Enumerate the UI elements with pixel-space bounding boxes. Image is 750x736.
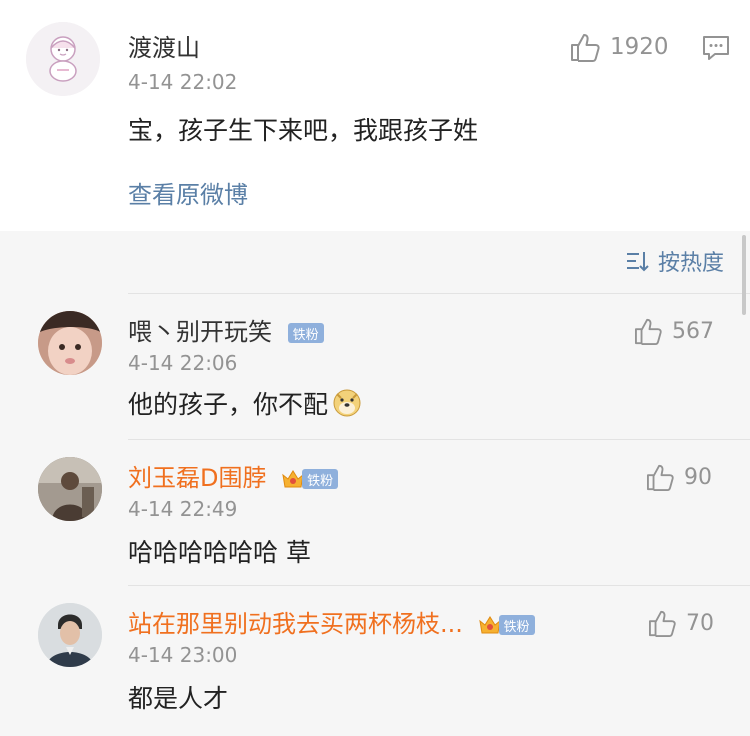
sort-label: 按热度 xyxy=(657,251,724,276)
thumbs-up-icon xyxy=(647,464,674,491)
comment-username-text[interactable]: 刘玉磊D围脖 xyxy=(128,464,266,492)
iron-fan-badge: 铁粉 xyxy=(498,615,535,635)
comment-content: 哈哈哈哈哈哈 草 xyxy=(128,538,311,567)
comment-time: 4-14 22:06 xyxy=(128,351,238,375)
post-like-count: 1920 xyxy=(610,34,669,60)
cartoon-baby-avatar-icon xyxy=(26,22,100,96)
comment-content: 他的孩子，你不配 xyxy=(128,385,362,421)
comment-avatar[interactable] xyxy=(38,311,102,375)
comment-username-text[interactable]: 站在那里别动我去买两杯杨枝... xyxy=(128,610,463,638)
thumbs-up-icon xyxy=(571,34,600,62)
comment-username[interactable]: 喂丶别开玩笑 铁粉 xyxy=(128,312,324,347)
comment-item: 刘玉磊D围脖 铁粉 4-14 22:49 哈哈哈哈哈哈 草 90 xyxy=(0,439,750,585)
thumbs-up-icon xyxy=(649,610,676,637)
child-face-avatar-icon xyxy=(38,311,102,375)
iron-fan-badge: 铁粉 xyxy=(287,323,324,343)
comment-like-button[interactable]: 90 xyxy=(646,463,712,491)
comment-avatar[interactable] xyxy=(38,603,102,667)
doge-emoji-icon xyxy=(333,389,361,417)
post-username[interactable]: 渡渡山 xyxy=(128,28,200,63)
comment-icon-button[interactable] xyxy=(702,34,730,66)
comment-like-button[interactable]: 567 xyxy=(634,317,714,345)
post-avatar[interactable] xyxy=(26,22,100,96)
comment-avatar[interactable] xyxy=(38,457,102,521)
person-photo-avatar-icon xyxy=(38,457,102,521)
comment-content: 都是人才 xyxy=(128,684,229,713)
sort-icon xyxy=(626,252,649,272)
comment-time: 4-14 22:49 xyxy=(128,497,238,521)
comment-username-text[interactable]: 喂丶别开玩笑 xyxy=(128,318,272,346)
view-original-link[interactable]: 查看原微博 xyxy=(128,175,248,210)
thumbs-up-icon xyxy=(635,318,662,345)
comment-username[interactable]: 刘玉磊D围脖 铁粉 xyxy=(128,458,339,493)
comment-username[interactable]: 站在那里别动我去买两杯杨枝... 铁粉 xyxy=(128,604,535,639)
main-post: 渡渡山 4-14 22:02 宝，孩子生下来吧，我跟孩子姓 查看原微博 1920 xyxy=(0,0,750,231)
post-content: 宝，孩子生下来吧，我跟孩子姓 xyxy=(128,116,479,145)
comment-item: 喂丶别开玩笑 铁粉 4-14 22:06 他的孩子，你不配 567 xyxy=(0,293,750,439)
comment-icon xyxy=(703,36,729,60)
vip-badge-group: 铁粉 xyxy=(471,612,535,638)
iron-fan-badge: 铁粉 xyxy=(302,469,339,489)
comment-like-count: 567 xyxy=(672,318,714,344)
post-like-button[interactable]: 1920 xyxy=(570,32,669,62)
comment-like-count: 90 xyxy=(684,464,712,490)
comment-content-text: 他的孩子，你不配 xyxy=(128,390,329,419)
vip-badge-group: 铁粉 xyxy=(274,466,339,492)
comment-like-count: 70 xyxy=(686,610,714,636)
comment-item: 站在那里别动我去买两杯杨枝... 铁粉 4-14 23:00 都是人才 70 xyxy=(0,585,750,736)
scrollbar[interactable] xyxy=(742,235,746,315)
comment-time: 4-14 23:00 xyxy=(128,643,238,667)
post-time: 4-14 22:02 xyxy=(128,70,238,94)
comment-like-button[interactable]: 70 xyxy=(648,609,714,637)
man-photo-avatar-icon xyxy=(38,603,102,667)
sort-by-hot-button[interactable]: 按热度 xyxy=(626,245,724,277)
